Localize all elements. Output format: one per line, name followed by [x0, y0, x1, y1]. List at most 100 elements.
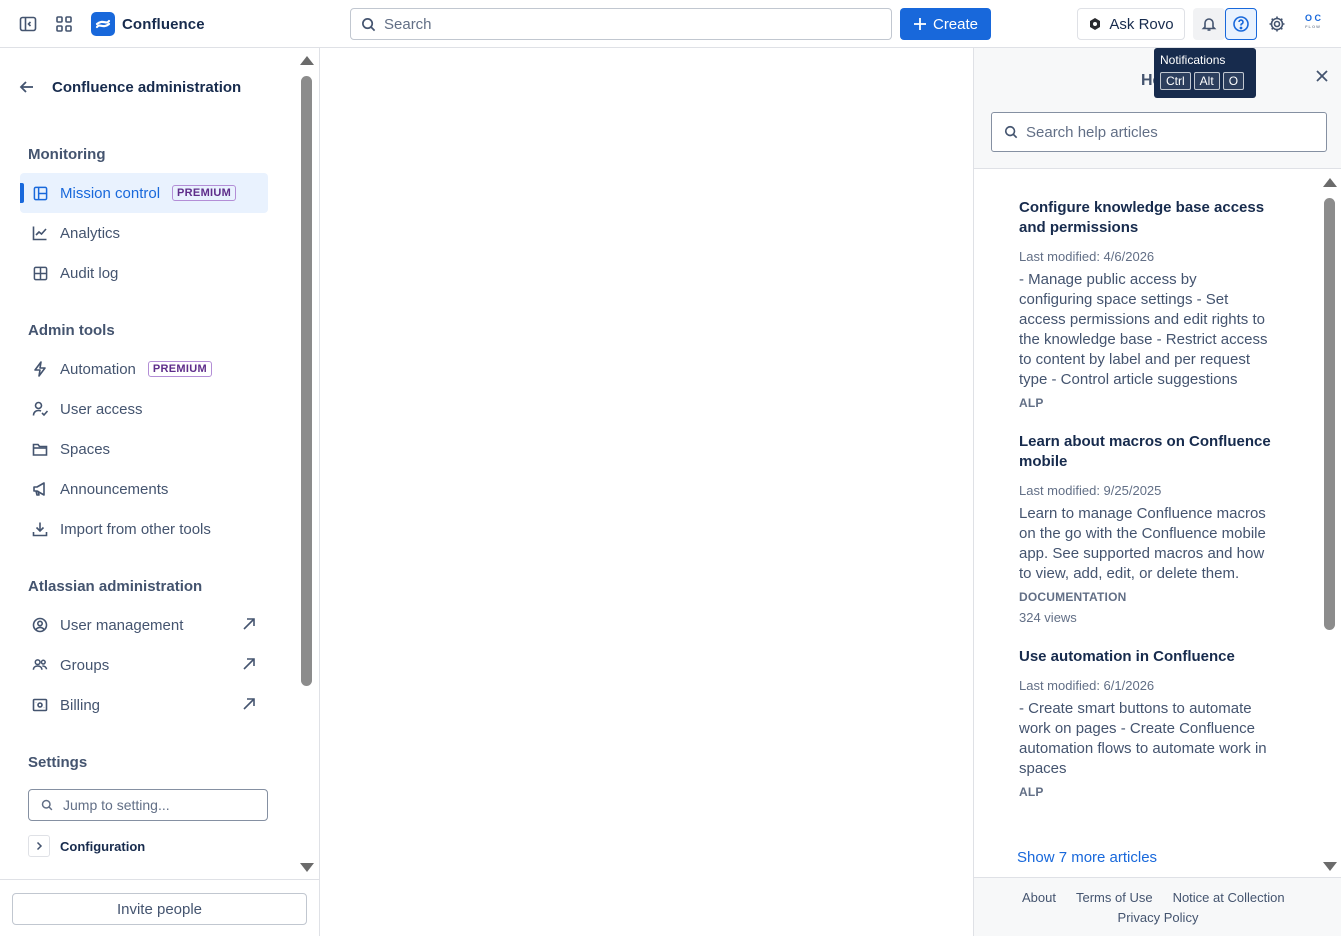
help-search-field[interactable]	[991, 112, 1327, 152]
help-search-input[interactable]	[1026, 123, 1316, 141]
article-description: Learn to manage Confluence macros on the…	[1019, 505, 1266, 582]
scroll-up-arrow-icon[interactable]	[1323, 178, 1337, 187]
sidebar-title: Confluence administration	[52, 78, 242, 96]
admin-sidebar: Confluence administration Monitoring Mis…	[0, 48, 320, 936]
show-more-articles-link[interactable]: Show 7 more articles	[1017, 849, 1157, 866]
article-modified: Last modified: 9/25/2025	[1019, 483, 1162, 498]
jump-to-setting-input[interactable]	[63, 797, 263, 813]
sidebar-scrollbar[interactable]	[298, 48, 318, 878]
rovo-icon	[1088, 17, 1102, 31]
about-link[interactable]: About	[1022, 890, 1056, 905]
sidebar-item-groups[interactable]: Groups	[20, 645, 268, 685]
sidebar-item-automation[interactable]: Automation PREMIUM	[20, 349, 268, 389]
section-heading-admin-tools: Admin tools	[28, 322, 115, 339]
lightning-icon	[32, 361, 48, 377]
sidebar-item-billing[interactable]: Billing	[20, 685, 268, 725]
sidebar-item-label: Analytics	[60, 224, 121, 242]
billing-icon	[32, 697, 48, 713]
article-title[interactable]: Use automation in Confluence	[1019, 647, 1271, 667]
settings-gear-icon[interactable]	[1265, 12, 1289, 36]
scroll-down-arrow-icon[interactable]	[300, 863, 314, 872]
notifications-bell-icon[interactable]	[1193, 8, 1225, 40]
help-icon[interactable]	[1225, 8, 1257, 40]
sidebar-item-label: Announcements	[60, 480, 169, 498]
person-circle-icon	[32, 617, 48, 633]
top-navigation-bar: Confluence Create Ask Rovo O C FLOW	[0, 0, 1341, 48]
section-heading-atlassian-administration: Atlassian administration	[28, 578, 203, 595]
sidebar-item-label: Import from other tools	[60, 520, 211, 538]
help-panel-footer: About Terms of Use Notice at Collection …	[974, 877, 1341, 936]
article-title[interactable]: Configure knowledge base access and perm…	[1019, 198, 1271, 238]
confluence-logo-icon	[91, 12, 115, 36]
create-button[interactable]: Create	[900, 8, 991, 40]
premium-badge: PREMIUM	[147, 361, 212, 377]
sidebar-item-import[interactable]: Import from other tools	[20, 509, 268, 549]
sidebar-item-announcements[interactable]: Announcements	[20, 469, 268, 509]
sidebar-item-label: Automation	[60, 360, 136, 378]
help-scroll-thumb[interactable]	[1324, 198, 1335, 630]
avatar-subtext: FLOW	[1305, 24, 1321, 29]
sidebar-item-label: Mission control	[60, 184, 161, 202]
back-row[interactable]: Confluence administration	[18, 78, 241, 96]
sidebar-item-analytics[interactable]: Analytics	[20, 213, 268, 253]
person-check-icon	[32, 401, 48, 417]
sidebar-toggle-icon[interactable]	[16, 12, 40, 36]
premium-badge: PREMIUM	[172, 185, 237, 201]
sidebar-item-mission-control[interactable]: Mission control PREMIUM	[20, 173, 268, 213]
article-views: 324 views	[1019, 610, 1077, 625]
help-article[interactable]: Configure knowledge base access and perm…	[1019, 198, 1271, 410]
invite-people-button[interactable]: Invite people	[12, 893, 307, 925]
ask-rovo-button[interactable]: Ask Rovo	[1077, 8, 1185, 40]
sidebar-item-user-management[interactable]: User management	[20, 605, 268, 645]
shortcut-key: Alt	[1193, 72, 1220, 90]
confluence-logo[interactable]: Confluence	[91, 12, 205, 36]
sidebar-item-label: User access	[60, 400, 143, 418]
article-modified: Last modified: 4/6/2026	[1019, 249, 1155, 264]
external-link-icon	[242, 617, 256, 631]
terms-link[interactable]: Terms of Use	[1076, 890, 1153, 905]
sidebar-item-label: Billing	[60, 696, 101, 714]
article-description: - Create smart buttons to automate work …	[1019, 700, 1267, 777]
avatar-initials: O C	[1304, 13, 1321, 23]
privacy-link[interactable]: Privacy Policy	[974, 910, 1341, 925]
chevron-right-icon[interactable]	[28, 835, 50, 857]
notice-link[interactable]: Notice at Collection	[1173, 890, 1285, 905]
app-name: Confluence	[122, 15, 205, 33]
sidebar-item-user-access[interactable]: User access	[20, 389, 268, 429]
sidebar-scroll-thumb[interactable]	[301, 76, 312, 686]
help-scrollbar[interactable]	[1322, 176, 1340, 876]
sidebar-item-spaces[interactable]: Spaces	[20, 429, 268, 469]
arrow-left-icon[interactable]	[18, 78, 36, 96]
configuration-group[interactable]: Configuration	[28, 835, 145, 857]
search-icon	[361, 17, 376, 32]
table-icon	[32, 265, 48, 281]
invite-footer: Invite people	[0, 879, 319, 936]
configuration-label: Configuration	[60, 838, 146, 854]
close-icon[interactable]	[1314, 68, 1330, 84]
plus-icon	[913, 17, 927, 31]
download-icon	[32, 521, 48, 537]
article-tag: ALP	[1019, 785, 1044, 799]
scroll-up-arrow-icon[interactable]	[300, 56, 314, 65]
avatar[interactable]: O C FLOW	[1299, 12, 1327, 36]
folder-icon	[32, 441, 48, 457]
megaphone-icon	[32, 481, 48, 497]
search-input[interactable]	[384, 15, 864, 33]
article-title[interactable]: Learn about macros on Confluence mobile	[1019, 432, 1271, 472]
sidebar-item-audit-log[interactable]: Audit log	[20, 253, 268, 293]
jump-to-setting-field[interactable]	[28, 789, 268, 821]
layout-icon	[32, 185, 48, 201]
help-article[interactable]: Learn about macros on Confluence mobile …	[1019, 432, 1271, 625]
article-tag: DOCUMENTATION	[1019, 590, 1127, 604]
search-icon	[1004, 125, 1018, 139]
chart-line-icon	[32, 225, 48, 241]
notifications-tooltip: Notifications Ctrl Alt O	[1154, 48, 1256, 98]
app-switcher-icon[interactable]	[52, 12, 76, 36]
shortcut-key: Ctrl	[1160, 72, 1191, 90]
scroll-down-arrow-icon[interactable]	[1323, 862, 1337, 871]
help-panel: Help Configure knowledge base access and…	[973, 48, 1341, 936]
external-link-icon	[242, 697, 256, 711]
article-modified: Last modified: 6/1/2026	[1019, 678, 1155, 693]
global-search[interactable]	[350, 8, 892, 40]
help-article[interactable]: Use automation in Confluence Last modifi…	[1019, 647, 1271, 799]
